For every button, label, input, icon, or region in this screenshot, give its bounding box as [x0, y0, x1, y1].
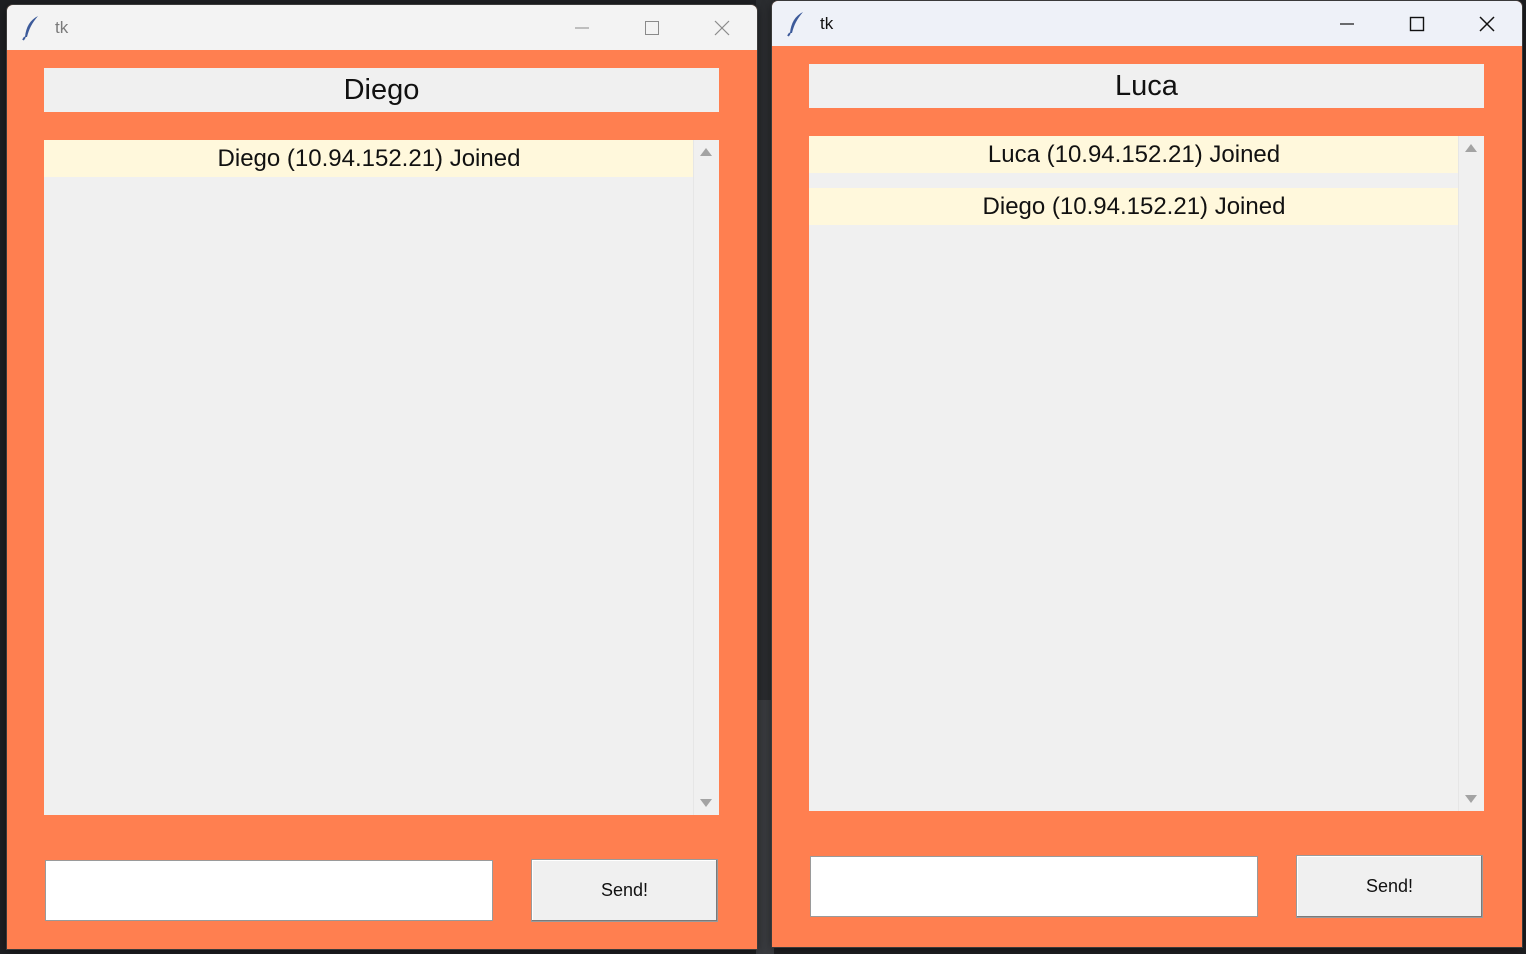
- minimize-button[interactable]: [1312, 1, 1382, 46]
- scroll-down-arrow-icon[interactable]: [700, 799, 712, 807]
- chat-window-luca: tk Luca Luca (10.94.152.21) Joined Diego…: [772, 1, 1522, 947]
- minimize-icon: [1340, 22, 1354, 25]
- close-icon: [1479, 15, 1495, 32]
- maximize-icon: [1409, 16, 1425, 31]
- maximize-button[interactable]: [1382, 1, 1452, 46]
- maximize-button[interactable]: [617, 5, 687, 50]
- vertical-scrollbar[interactable]: [693, 140, 719, 815]
- list-item[interactable]: Diego (10.94.152.21) Joined: [809, 188, 1459, 225]
- message-input[interactable]: [45, 860, 493, 921]
- message-listbox[interactable]: Diego (10.94.152.21) Joined: [44, 140, 719, 815]
- title-bar[interactable]: tk: [7, 5, 757, 50]
- list-item[interactable]: Luca (10.94.152.21) Joined: [809, 136, 1459, 173]
- scroll-up-arrow-icon[interactable]: [700, 148, 712, 156]
- vertical-scrollbar[interactable]: [1458, 136, 1484, 811]
- feather-icon: [22, 15, 38, 41]
- send-button[interactable]: Send!: [531, 859, 718, 922]
- close-icon: [714, 20, 730, 35]
- feather-icon: [787, 11, 803, 37]
- close-button[interactable]: [687, 5, 757, 50]
- message-listbox[interactable]: Luca (10.94.152.21) Joined Diego (10.94.…: [809, 136, 1484, 811]
- chat-window-diego: tk Diego Diego (10.94.152.21) Joined Sen…: [7, 5, 757, 949]
- maximize-icon: [645, 20, 659, 35]
- send-button[interactable]: Send!: [1296, 855, 1483, 918]
- minimize-button[interactable]: [547, 5, 617, 50]
- scroll-up-arrow-icon[interactable]: [1465, 144, 1477, 152]
- window-title: tk: [55, 17, 69, 37]
- scroll-down-arrow-icon[interactable]: [1465, 795, 1477, 803]
- minimize-icon: [575, 27, 589, 28]
- user-name-label: Luca: [809, 64, 1484, 108]
- message-input[interactable]: [810, 856, 1258, 917]
- list-item[interactable]: Diego (10.94.152.21) Joined: [44, 140, 694, 177]
- window-title: tk: [820, 13, 834, 33]
- close-button[interactable]: [1452, 1, 1522, 46]
- user-name-label: Diego: [44, 68, 719, 112]
- title-bar[interactable]: tk: [772, 1, 1522, 46]
